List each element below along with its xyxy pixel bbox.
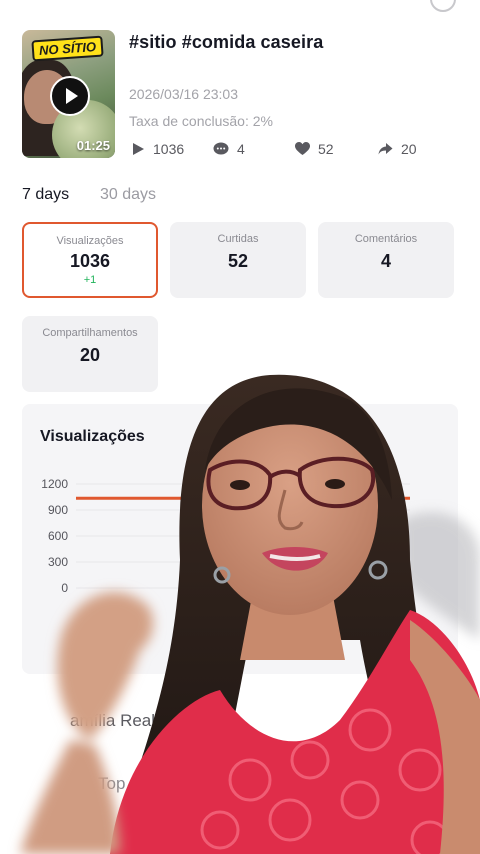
family-section-label: amília Real bbox=[70, 711, 156, 730]
top-section-label: Top Cr bbox=[98, 774, 149, 793]
